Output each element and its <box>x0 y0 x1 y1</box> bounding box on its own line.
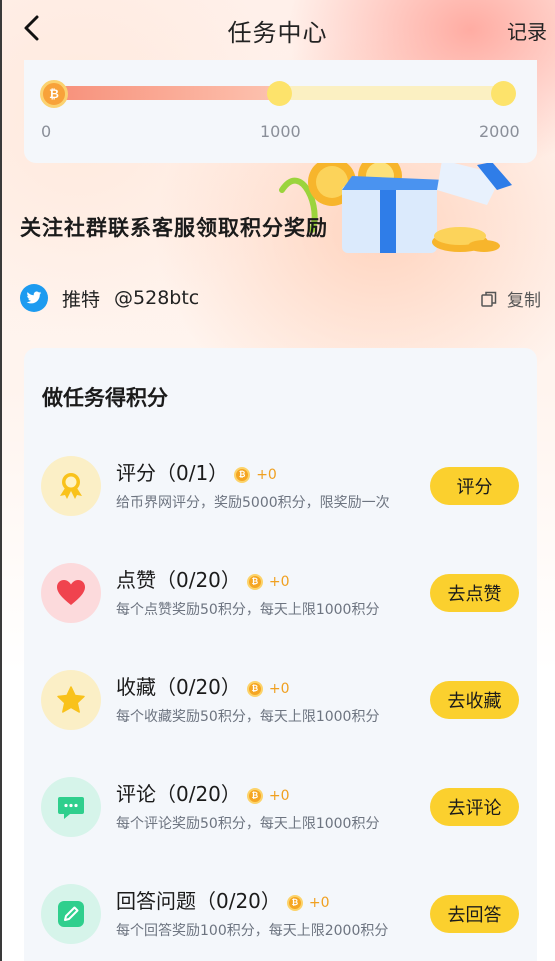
task-bonus: ₿ +0 <box>246 573 290 590</box>
task-name: 回答问题（0/20） ₿ +0 <box>116 885 330 914</box>
favorite-button[interactable]: 去收藏 <box>430 681 519 719</box>
coin-icon: ₿ <box>234 466 251 483</box>
task-row-like: 点赞（0/20） ₿ +0 每个点赞奖励50积分，每天上限1000积分 去点赞 <box>24 559 537 631</box>
rate-button[interactable]: 评分 <box>430 467 519 505</box>
copy-icon <box>481 291 497 307</box>
task-row-rate: 评分（0/1） ₿ +0 给币界网评分，奖励5000积分，限奖励一次 评分 <box>24 452 537 524</box>
task-row-answer: 回答问题（0/20） ₿ +0 每个回答奖励100积分，每天上限2000积分 去回答 <box>24 880 537 952</box>
task-name: 评论（0/20） ₿ +0 <box>116 778 290 807</box>
twitter-label: 推特 <box>62 288 101 311</box>
bonus-value: +0 <box>268 573 290 590</box>
bonus-value: +0 <box>268 787 290 804</box>
task-description: 每个评论奖励50积分，每天上限1000积分 <box>116 816 380 832</box>
coin-icon: ₿ <box>246 573 263 590</box>
twitter-icon <box>20 284 48 312</box>
task-name: 点赞（0/20） ₿ +0 <box>116 564 290 593</box>
like-button[interactable]: 去点赞 <box>430 574 519 612</box>
promo-title: 关注社群联系客服领取积分奖励 <box>20 216 328 240</box>
window-edge <box>0 0 2 961</box>
task-name-text: 点赞（0/20） <box>116 568 241 592</box>
coin-icon: ₿ <box>286 894 303 911</box>
task-description: 每个点赞奖励50积分，每天上限1000积分 <box>116 602 380 618</box>
coin-icon: ₿ <box>246 787 263 804</box>
progress-coin-marker: ₿ <box>40 80 68 108</box>
tick-label: 0 <box>41 122 52 141</box>
progress-fill <box>54 86 281 100</box>
records-link[interactable]: 记录 <box>507 16 547 45</box>
copy-button[interactable]: 复制 <box>481 286 541 311</box>
tick-label: 2000 <box>479 122 520 141</box>
milestone-node-2000 <box>491 81 516 106</box>
task-row-favorite: 收藏（0/20） ₿ +0 每个收藏奖励50积分，每天上限1000积分 去收藏 <box>24 666 537 738</box>
gift-box-illustration <box>279 154 512 253</box>
comment-icon <box>41 777 101 837</box>
task-description: 给币界网评分，奖励5000积分，限奖励一次 <box>116 495 390 511</box>
task-description: 每个回答奖励100积分，每天上限2000积分 <box>116 923 389 939</box>
task-bonus: ₿ +0 <box>246 680 290 697</box>
task-bonus: ₿ +0 <box>246 787 290 804</box>
task-bonus: ₿ +0 <box>234 466 277 483</box>
task-description: 每个收藏奖励50积分，每天上限1000积分 <box>116 709 380 725</box>
twitter-handle: @528btc <box>114 287 200 309</box>
star-icon <box>41 670 101 730</box>
task-name-text: 评分（0/1） <box>116 461 229 485</box>
edit-icon <box>41 884 101 944</box>
points-progress-card: ₿ 0 1000 2000 <box>24 60 537 163</box>
milestone-node-1000 <box>267 81 292 106</box>
copy-label: 复制 <box>507 291 541 311</box>
heart-icon <box>41 563 101 623</box>
task-name: 收藏（0/20） ₿ +0 <box>116 671 290 700</box>
bonus-value: +0 <box>308 894 330 911</box>
bonus-value: +0 <box>268 680 290 697</box>
tick-label: 1000 <box>260 122 301 141</box>
coin-icon: ₿ <box>246 680 263 697</box>
task-name-text: 收藏（0/20） <box>116 675 241 699</box>
task-row-comment: 评论（0/20） ₿ +0 每个评论奖励50积分，每天上限1000积分 去评论 <box>24 773 537 845</box>
top-nav-bar: 任务中心 记录 <box>0 0 555 60</box>
answer-button[interactable]: 去回答 <box>430 895 519 933</box>
bitcoin-icon: ₿ <box>49 87 59 101</box>
task-list-card: 做任务得积分 评分（0/1） ₿ +0 给币界网评分，奖励5000积分，限奖励一次 … <box>24 348 537 961</box>
comment-button[interactable]: 去评论 <box>430 788 519 826</box>
task-section-title: 做任务得积分 <box>42 386 168 410</box>
award-ribbon-icon <box>41 456 101 516</box>
task-name: 评分（0/1） ₿ +0 <box>116 457 277 486</box>
twitter-row: 推特 @528btc <box>20 283 199 313</box>
task-name-text: 评论（0/20） <box>116 782 241 806</box>
page-title: 任务中心 <box>227 19 328 47</box>
task-name-text: 回答问题（0/20） <box>116 889 281 913</box>
bonus-value: +0 <box>256 466 277 483</box>
task-bonus: ₿ +0 <box>286 894 330 911</box>
